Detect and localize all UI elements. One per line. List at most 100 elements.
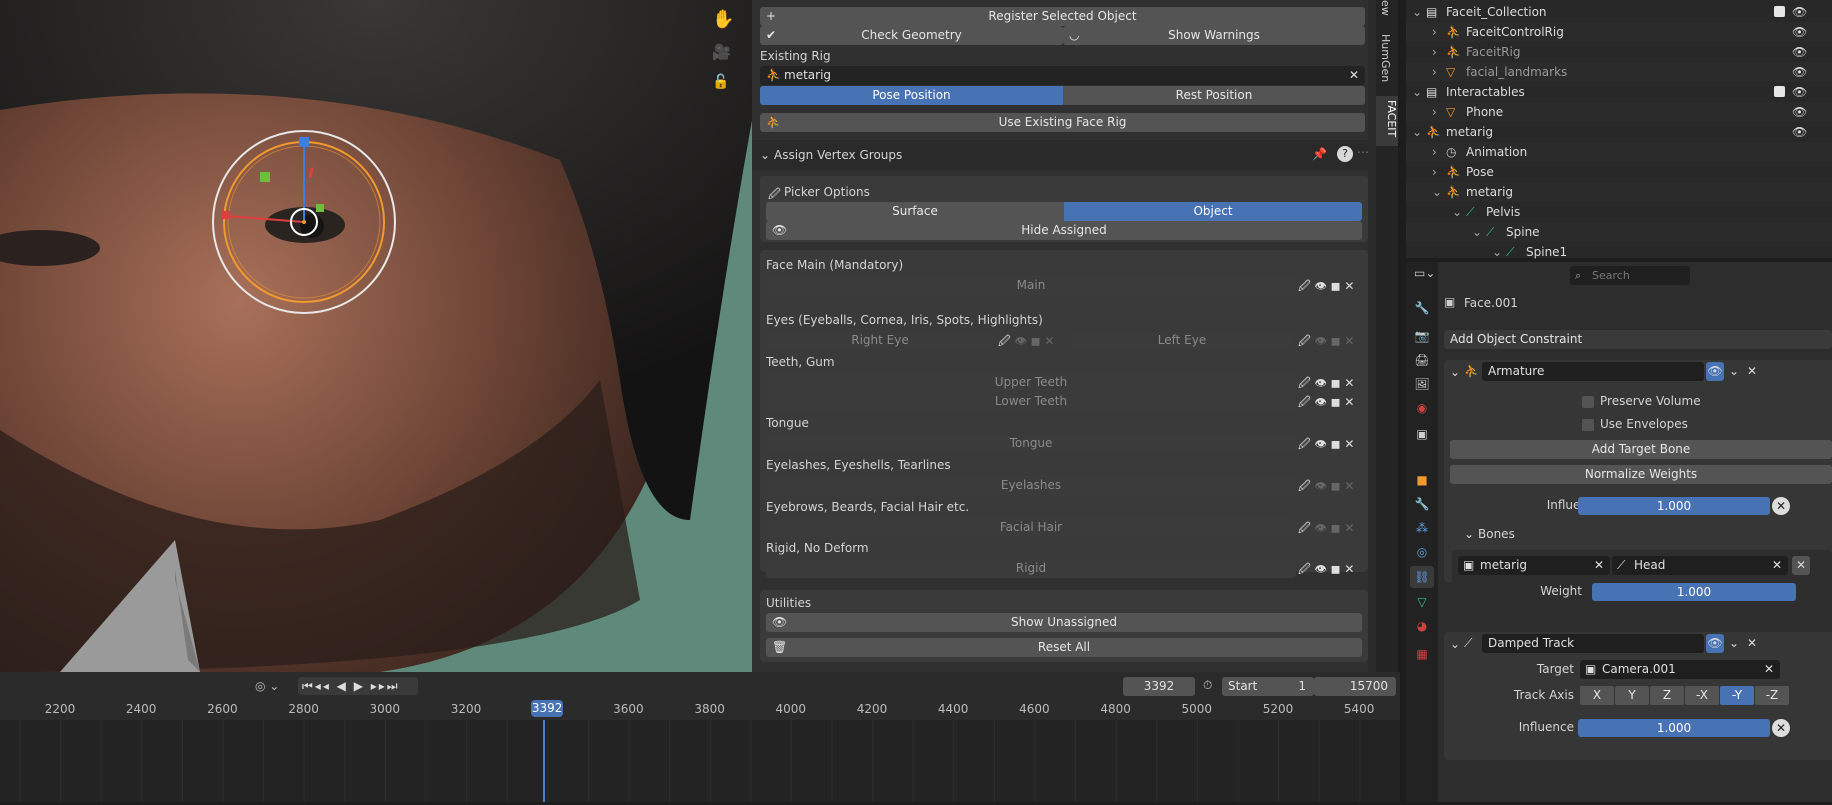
tab-faceit[interactable]: FACEIT — [1376, 96, 1398, 146]
expand-toggle-icon[interactable]: › — [1432, 22, 1437, 42]
object-icon[interactable]: ■ — [1414, 472, 1430, 488]
close-icon[interactable]: ✕ — [1747, 364, 1757, 378]
use-envelopes-checkbox[interactable] — [1582, 419, 1594, 431]
expand-toggle-icon[interactable]: › — [1432, 42, 1437, 62]
visibility-eye-icon[interactable]: 👁 — [1792, 42, 1807, 62]
chevron-down-icon[interactable]: ⌄ — [1729, 636, 1739, 650]
expand-toggle-icon[interactable]: ⌄ — [1452, 202, 1462, 222]
existing-rig-field[interactable]: ⛹ metarig ✕ — [760, 66, 1365, 85]
end-frame-field[interactable]: 15700 — [1314, 677, 1396, 696]
tab-view[interactable]: ew — [1379, 0, 1392, 20]
exclude-checkbox[interactable] — [1774, 86, 1785, 97]
expand-toggle-icon[interactable]: ⌄ — [1412, 122, 1422, 142]
world-icon[interactable]: ▣ — [1414, 426, 1430, 442]
axis-button[interactable]: X — [1580, 686, 1614, 705]
outliner-row[interactable]: ⌄ ⟋ Pelvis — [1406, 202, 1832, 222]
3d-viewport[interactable]: ✋ 🎥 🔓 — [0, 0, 752, 672]
right-eye-actions[interactable]: 🖉 👁 ◼ ✕ — [998, 332, 1054, 353]
outliner-row[interactable]: ⌄ ▤ Interactables 👁 — [1406, 82, 1832, 102]
left-eye-actions[interactable]: 🖉 👁 ◼ ✕ — [1298, 332, 1354, 353]
drag-handle-icon[interactable]: ⋯ — [1357, 145, 1369, 159]
axis-button[interactable]: -X — [1685, 686, 1719, 705]
tongue-actions[interactable]: 🖉 👁 ◼ ✕ — [1298, 435, 1354, 456]
outliner-row[interactable]: ⌄ ⟋ Spine — [1406, 222, 1832, 242]
target-field[interactable]: ▣ Camera.001 ✕ — [1580, 660, 1780, 679]
stopwatch-icon[interactable]: ⏱ — [1203, 678, 1212, 693]
use-existing-face-rig-button[interactable]: ⛹ Use Existing Face Rig — [760, 113, 1365, 132]
lower-teeth-actions[interactable]: 🖉 👁 ◼ ✕ — [1298, 393, 1354, 414]
expand-toggle-icon[interactable]: › — [1432, 102, 1437, 122]
modifier-icon[interactable]: 🔧 — [1414, 496, 1430, 512]
clear-icon[interactable]: ✕ — [1349, 66, 1359, 85]
visibility-eye-icon[interactable]: 👁 — [1706, 634, 1724, 653]
scene-icon[interactable]: ◉ — [1414, 400, 1430, 416]
visibility-eye-icon[interactable]: 👁 — [1706, 362, 1724, 381]
constraint-icon[interactable]: ⛓ — [1410, 566, 1434, 588]
tool-icon[interactable]: 🔧 — [1414, 300, 1430, 316]
material-icon[interactable]: ◕ — [1414, 618, 1430, 634]
rigid-actions[interactable]: 🖉 👁 ◼ ✕ — [1298, 560, 1354, 581]
expand-toggle-icon[interactable]: › — [1432, 142, 1437, 162]
expand-toggle-icon[interactable]: ⌄ — [1472, 222, 1482, 242]
add-target-bone-button[interactable]: Add Target Bone — [1450, 440, 1832, 459]
visibility-eye-icon[interactable]: 👁 — [1792, 122, 1807, 142]
outliner-row[interactable]: ⌄ ⛹ metarig — [1406, 182, 1832, 202]
chevron-down-icon[interactable]: ⌄ — [1450, 637, 1460, 651]
outliner-row[interactable]: ⌄ ⛹ metarig 👁 — [1406, 122, 1832, 142]
show-unassigned-button[interactable]: 👁 Show Unassigned — [766, 613, 1362, 632]
register-selected-button[interactable]: + Register Selected Object — [760, 7, 1365, 26]
eyelashes-slot[interactable]: Eyelashes — [766, 476, 1296, 495]
current-frame-field[interactable]: 3392 — [1123, 677, 1195, 696]
rotate-gizmo[interactable] — [210, 128, 400, 318]
clear-icon[interactable]: ✕ — [1594, 556, 1604, 575]
armature-constraint-name[interactable]: Armature — [1482, 362, 1704, 381]
help-icon[interactable]: ? — [1337, 146, 1353, 162]
show-warnings-button[interactable]: ◡ Show Warnings — [1063, 26, 1365, 45]
main-group-slot[interactable]: Main — [766, 276, 1296, 295]
timeline-track[interactable] — [0, 720, 1442, 802]
view-layer-icon[interactable]: 🖼 — [1414, 376, 1430, 392]
lock-icon[interactable]: 🔓 — [712, 74, 729, 90]
physics-icon[interactable]: ◎ — [1414, 544, 1430, 560]
hide-assigned-button[interactable]: 👁 Hide Assigned — [766, 221, 1362, 240]
playback-controls[interactable]: ⏮◂◂ ◀ ▶ ▸▸⏭ — [298, 677, 418, 695]
surface-button[interactable]: Surface — [766, 202, 1064, 221]
facial-hair-slot[interactable]: Facial Hair — [766, 518, 1296, 537]
editor-type-icon[interactable]: ▭⌄ — [1414, 266, 1435, 280]
reset-all-button[interactable]: 🗑 Reset All — [766, 638, 1362, 657]
clear-icon[interactable]: ✕ — [1764, 660, 1774, 679]
expand-toggle-icon[interactable]: ⌄ — [1492, 242, 1502, 262]
camera-icon[interactable]: 🎥 — [712, 44, 731, 60]
visibility-eye-icon[interactable]: 👁 — [1792, 22, 1807, 42]
influence-slider[interactable]: 1.000 — [1578, 719, 1770, 737]
particles-icon[interactable]: ⁂ — [1414, 520, 1430, 536]
playhead-frame-label[interactable]: 3392 — [531, 700, 564, 717]
visibility-eye-icon[interactable]: 👁 — [1792, 102, 1807, 122]
clear-icon[interactable]: ✕ — [1772, 556, 1782, 575]
bone-target-object[interactable]: ▣ metarig ✕ — [1458, 556, 1610, 575]
influence-slider[interactable]: 1.000 — [1578, 497, 1770, 515]
visibility-eye-icon[interactable]: 👁 — [1792, 62, 1807, 82]
rigid-slot[interactable]: Rigid — [766, 559, 1296, 578]
axis-button[interactable]: Z — [1650, 686, 1684, 705]
pose-position-button[interactable]: Pose Position — [760, 86, 1063, 105]
start-frame-field[interactable]: Start 1 — [1222, 677, 1314, 696]
axis-button[interactable]: -Y — [1720, 686, 1754, 705]
search-input[interactable]: ⌕ Search — [1570, 266, 1690, 285]
expand-toggle-icon[interactable]: › — [1432, 62, 1437, 82]
pin-icon[interactable]: 📌 — [1312, 147, 1327, 161]
left-eye-slot[interactable]: Left Eye — [1070, 331, 1294, 350]
visibility-eye-icon[interactable]: 👁 — [1792, 82, 1807, 102]
outliner-row[interactable]: › ⛹ FaceitRig 👁 — [1406, 42, 1832, 62]
outliner-row[interactable]: › ▽ facial_landmarks 👁 — [1406, 62, 1832, 82]
output-icon[interactable]: 🖨 — [1414, 352, 1430, 368]
upper-teeth-slot[interactable]: Upper Teeth — [766, 373, 1296, 392]
chevron-down-icon[interactable]: ⌄ — [1729, 364, 1739, 378]
axis-button[interactable]: Y — [1615, 686, 1649, 705]
preserve-volume-checkbox[interactable] — [1582, 396, 1594, 408]
expand-toggle-icon[interactable]: ⌄ — [1412, 2, 1422, 22]
object-button[interactable]: Object — [1064, 202, 1362, 221]
keyframe-type-icon[interactable]: ◎ ⌄ — [255, 679, 279, 693]
main-actions[interactable]: 🖉 👁 ◼ ✕ — [1298, 277, 1354, 298]
add-object-constraint-button[interactable]: Add Object Constraint — [1444, 330, 1832, 349]
